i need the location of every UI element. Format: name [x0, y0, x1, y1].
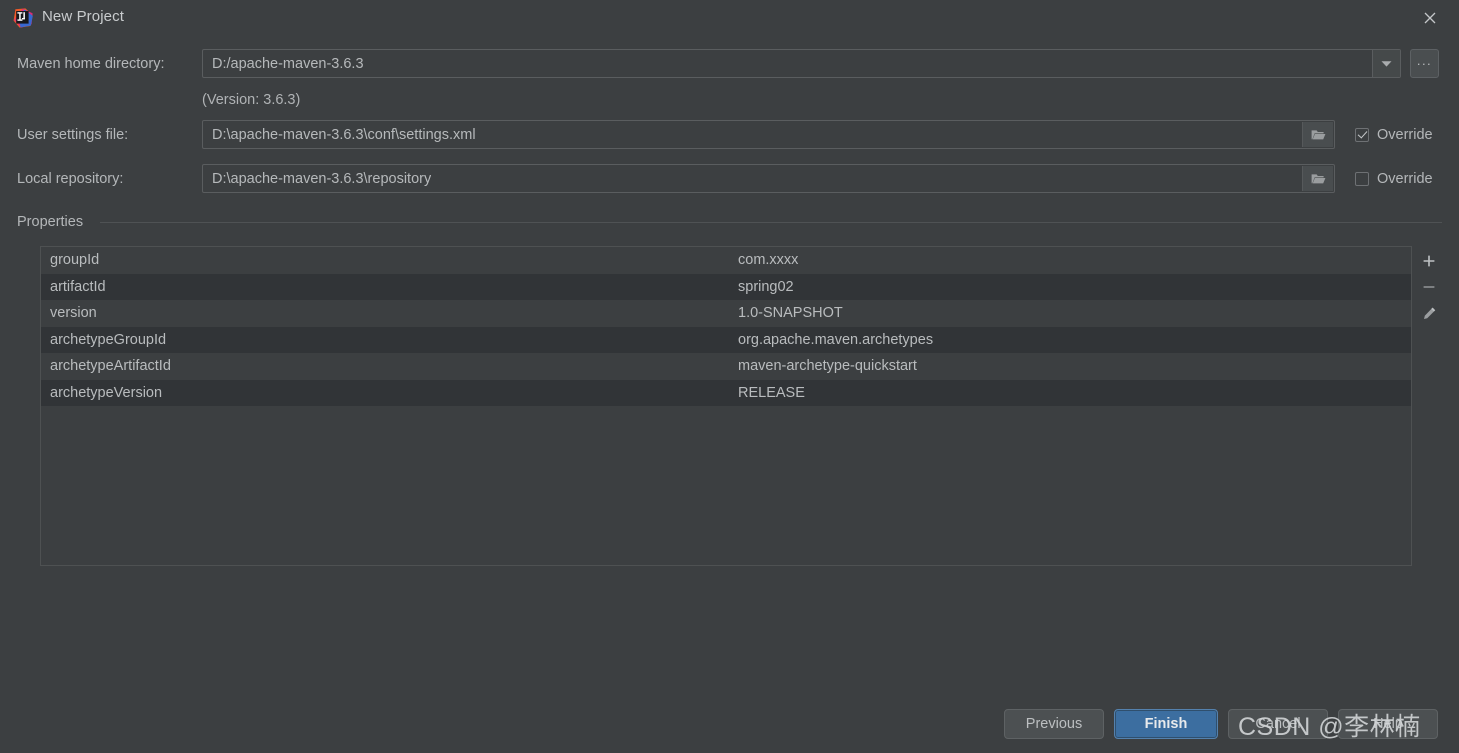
- property-key: groupId: [50, 252, 100, 269]
- intellij-idea-logo-icon: [12, 7, 34, 29]
- property-value: RELEASE: [738, 384, 805, 401]
- property-key: archetypeArtifactId: [50, 358, 171, 375]
- user-settings-file-label: User settings file:: [17, 127, 129, 143]
- help-button[interactable]: Help: [1338, 709, 1438, 739]
- cancel-button[interactable]: Cancel: [1228, 709, 1328, 739]
- finish-button[interactable]: Finish: [1114, 709, 1218, 739]
- user-settings-override-label: Override: [1377, 127, 1433, 143]
- property-value: com.xxxx: [738, 252, 799, 269]
- remove-property-button[interactable]: [1415, 274, 1443, 300]
- local-repository-label: Local repository:: [17, 171, 124, 187]
- table-row[interactable]: archetypeArtifactId maven-archetype-quic…: [41, 353, 1411, 380]
- table-row[interactable]: archetypeGroupId org.apache.maven.archet…: [41, 326, 1411, 353]
- close-icon[interactable]: [1409, 3, 1451, 33]
- table-row[interactable]: version 1.0-SNAPSHOT: [41, 300, 1411, 327]
- local-repository-override-checkbox[interactable]: Override: [1355, 171, 1433, 187]
- local-repository-input[interactable]: D:\apache-maven-3.6.3\repository: [202, 164, 1335, 193]
- local-repository-value: D:\apache-maven-3.6.3\repository: [212, 170, 432, 187]
- table-row[interactable]: artifactId spring02: [41, 273, 1411, 300]
- property-key: version: [50, 305, 97, 322]
- chevron-down-icon[interactable]: [1372, 50, 1400, 77]
- maven-home-directory-label: Maven home directory:: [17, 56, 165, 72]
- table-row[interactable]: groupId com.xxxx: [41, 247, 1411, 274]
- maven-version-note: (Version: 3.6.3): [202, 92, 301, 108]
- property-value: maven-archetype-quickstart: [738, 358, 917, 375]
- properties-table[interactable]: groupId com.xxxx artifactId spring02 ver…: [40, 246, 1412, 566]
- edit-property-button[interactable]: [1415, 300, 1443, 326]
- property-value: 1.0-SNAPSHOT: [738, 305, 843, 322]
- table-row[interactable]: archetypeVersion RELEASE: [41, 379, 1411, 406]
- previous-button[interactable]: Previous: [1004, 709, 1104, 739]
- property-key: archetypeGroupId: [50, 331, 167, 348]
- user-settings-file-input[interactable]: D:\apache-maven-3.6.3\conf\settings.xml: [202, 120, 1335, 149]
- title-bar: New Project: [0, 0, 1459, 37]
- property-key: artifactId: [50, 278, 106, 295]
- user-settings-override-checkbox[interactable]: Override: [1355, 127, 1433, 143]
- properties-table-toolbar: [1414, 248, 1444, 326]
- add-property-button[interactable]: [1415, 248, 1443, 274]
- property-key: archetypeVersion: [50, 384, 163, 401]
- folder-icon[interactable]: [1302, 122, 1333, 147]
- local-repository-override-label: Override: [1377, 171, 1433, 187]
- checkbox-indicator-unchecked: [1355, 172, 1369, 186]
- folder-icon[interactable]: [1302, 166, 1333, 191]
- property-value: spring02: [738, 278, 794, 295]
- maven-home-directory-combobox[interactable]: D:/apache-maven-3.6.3: [202, 49, 1401, 78]
- properties-separator: [100, 222, 1442, 223]
- new-project-dialog: New Project Maven home directory: D:/apa…: [0, 0, 1459, 753]
- dialog-title: New Project: [42, 8, 124, 25]
- properties-group-label: Properties: [17, 214, 91, 230]
- maven-home-directory-value: D:/apache-maven-3.6.3: [212, 55, 364, 72]
- maven-home-browse-button[interactable]: ...: [1410, 49, 1439, 78]
- user-settings-file-value: D:\apache-maven-3.6.3\conf\settings.xml: [212, 126, 476, 143]
- property-value: org.apache.maven.archetypes: [738, 331, 934, 348]
- checkbox-indicator-checked: [1355, 128, 1369, 142]
